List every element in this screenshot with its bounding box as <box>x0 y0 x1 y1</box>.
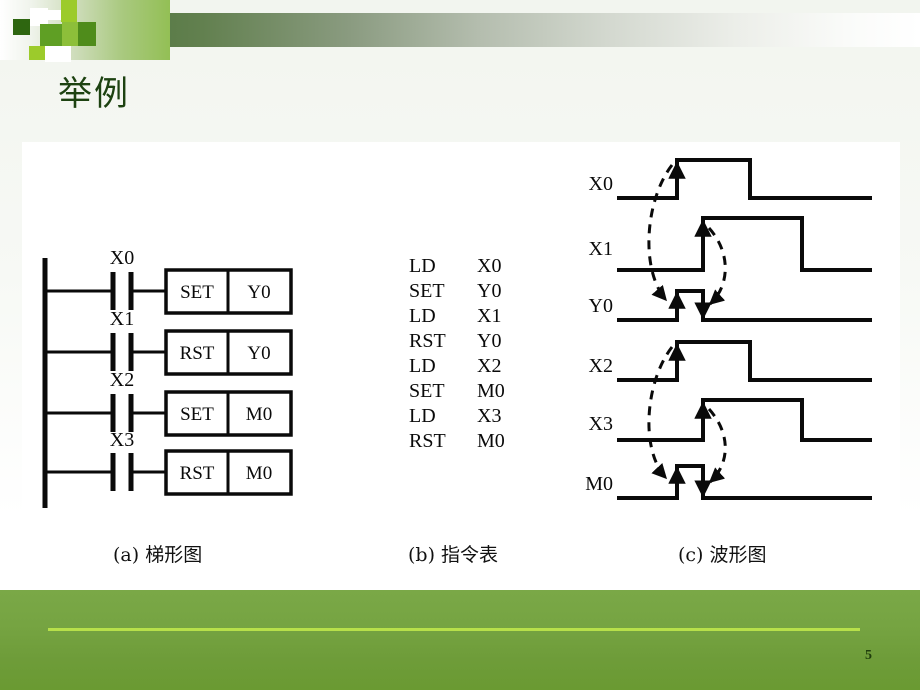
waveform-trace-y0 <box>617 289 872 322</box>
waveform-cause-arrows <box>668 161 712 498</box>
waveform-trace-x3 <box>617 398 872 442</box>
ladder-operand-2: Y0 <box>247 343 270 364</box>
il-operand-3: X1 <box>477 305 501 327</box>
il-operand-7: X3 <box>477 405 501 427</box>
dashed-arc-x2-to-m0 <box>647 346 674 480</box>
caption-instruction-list: (b) 指令表 <box>408 544 499 566</box>
waveform-labels: X0 X1 Y0 X2 X3 M0 <box>585 173 613 495</box>
il-op-5: LD <box>409 355 436 377</box>
ladder-operand-3: M0 <box>246 404 272 425</box>
ladder-instruction-4: RST <box>180 463 215 484</box>
waveform-trace-x0 <box>617 158 872 200</box>
ladder-contact-label-1: X0 <box>110 247 134 269</box>
il-op-6: SET <box>409 380 445 402</box>
waveform-label-x0: X0 <box>589 173 613 195</box>
waveform-trace-x2 <box>617 340 872 382</box>
dashed-arc-x0-to-y0 <box>647 164 674 302</box>
il-operand-1: X0 <box>477 255 501 277</box>
dashed-arc-x3-to-m0 <box>707 408 727 484</box>
caption-waveform-diagram: (c) 波形图 <box>678 544 767 566</box>
plc-example-figure: X0 X1 X2 X3 SET Y0 RST Y0 SET M0 RST M0 … <box>42 158 872 508</box>
il-op-2: SET <box>409 280 445 302</box>
waveform-trace-x1 <box>617 216 872 272</box>
il-operand-4: Y0 <box>477 330 501 352</box>
il-operand-8: M0 <box>477 430 505 452</box>
il-op-8: RST <box>409 430 446 452</box>
ladder-contact-label-4: X3 <box>110 429 134 451</box>
il-operand-2: Y0 <box>477 280 501 302</box>
ladder-operand-1: Y0 <box>247 282 270 303</box>
il-op-7: LD <box>409 405 436 427</box>
dashed-arc-x1-to-y0 <box>707 227 727 306</box>
instruction-list: LD X0 SET Y0 LD X1 RST Y0 LD X2 SET M0 L… <box>409 255 505 452</box>
ladder-instruction-3: SET <box>180 404 214 425</box>
waveform-label-x2: X2 <box>589 355 613 377</box>
waveform-label-x3: X3 <box>589 413 613 435</box>
ladder-operand-4: M0 <box>246 463 272 484</box>
ladder-contact-label-3: X2 <box>110 369 134 391</box>
slide-footer: 5 <box>0 590 920 690</box>
waveform-label-y0: Y0 <box>589 295 613 317</box>
page-number: 5 <box>865 648 872 663</box>
waveform-label-x1: X1 <box>589 238 613 260</box>
waveform-trace-m0 <box>617 464 872 500</box>
ladder-instruction-2: RST <box>180 343 215 364</box>
ladder-contact-label-2: X1 <box>110 308 134 330</box>
ladder-instruction-1: SET <box>180 282 214 303</box>
il-op-1: LD <box>409 255 436 277</box>
caption-ladder-diagram: (a) 梯形图 <box>113 544 203 566</box>
il-operand-5: X2 <box>477 355 501 377</box>
il-op-3: LD <box>409 305 436 327</box>
waveform-diagram <box>617 158 872 500</box>
footer-divider-line <box>48 628 860 631</box>
waveform-label-m0: M0 <box>585 473 613 495</box>
waveform-dashed-links <box>647 164 727 484</box>
il-operand-6: M0 <box>477 380 505 402</box>
slide-canvas: 举例 X0 X1 X2 X3 SET Y0 RST Y0 SET M0 RST … <box>0 0 920 690</box>
il-op-4: RST <box>409 330 446 352</box>
